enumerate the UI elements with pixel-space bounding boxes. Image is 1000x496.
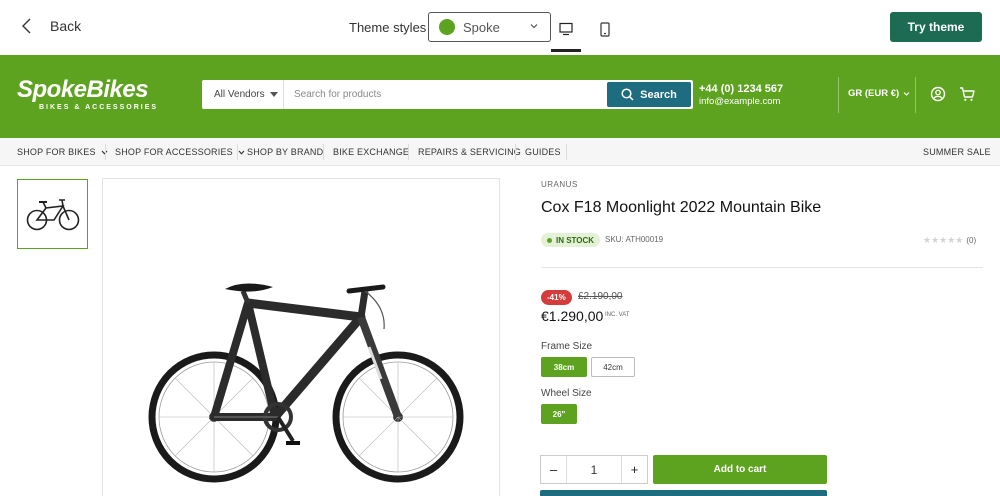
frame-size-option-38cm[interactable]: 38cm: [541, 357, 587, 377]
contact-email[interactable]: info@example.com: [699, 96, 783, 107]
nav-item-guides[interactable]: GUIDES: [525, 138, 561, 166]
nav-item-repairs-servicing[interactable]: REPAIRS & SERVICING: [418, 138, 521, 166]
vendor-dropdown[interactable]: All Vendors: [202, 80, 284, 109]
compare-at-price: £2.190,00: [578, 291, 623, 302]
nav-divider: [515, 144, 516, 160]
search-bar: All Vendors Search: [202, 80, 693, 109]
contact-phone[interactable]: +44 (0) 1234 567: [699, 83, 783, 95]
quantity-increase-button[interactable]: +: [621, 456, 647, 483]
nav-item-label: REPAIRS & SERVICING: [418, 147, 521, 157]
logo-tagline: BIKES & ACCESSORIES: [39, 104, 159, 111]
rating-count: (0): [966, 236, 977, 245]
nav-divider: [323, 144, 324, 160]
product-rating[interactable]: ★★★★★ (0): [923, 235, 976, 246]
nav-item-label: SUMMER SALE: [923, 147, 991, 157]
product-vendor[interactable]: URANUS: [541, 180, 578, 189]
frame-size-option-42cm[interactable]: 42cm: [591, 357, 635, 377]
try-theme-button[interactable]: Try theme: [890, 12, 982, 42]
nav-item-label: BIKE EXCHANGE: [333, 147, 410, 157]
nav-divider: [105, 144, 106, 160]
product-price: €1.290,00: [541, 308, 604, 324]
chevron-down-icon: [530, 24, 538, 29]
product-sku: SKU: ATH00019: [605, 235, 664, 244]
nav-divider: [237, 144, 238, 160]
quantity-stepper: – 1 +: [540, 455, 648, 484]
search-input[interactable]: [286, 80, 604, 109]
header-divider: [838, 77, 839, 113]
account-icon[interactable]: [929, 85, 947, 103]
back-button[interactable]: Back: [20, 18, 81, 34]
nav-item-shop-for-accessories[interactable]: SHOP FOR ACCESSORIES: [115, 138, 245, 166]
nav-divider: [566, 144, 567, 160]
desktop-preview-button[interactable]: [551, 14, 581, 52]
wheel-size-label: Wheel Size: [541, 388, 592, 399]
theme-style-select[interactable]: Spoke: [428, 12, 551, 42]
nav-item-label: SHOP FOR ACCESSORIES: [115, 147, 233, 157]
chevron-left-icon: [22, 18, 31, 34]
desktop-icon: [559, 22, 573, 36]
stock-dot-icon: [547, 237, 552, 243]
nav-item-label: SHOP BY BRAND: [247, 147, 324, 157]
wheel-size-option-26[interactable]: 26": [541, 404, 577, 424]
star-rating-icon: ★★★★★: [923, 235, 964, 245]
nav-item-shop-by-brand[interactable]: SHOP BY BRAND: [247, 138, 323, 166]
chevron-down-icon: [903, 92, 910, 96]
store-header: SpokeBikes BIKES & ACCESSORIES All Vendo…: [0, 55, 1000, 138]
nav-item-shop-for-bikes[interactable]: SHOP FOR BIKES: [17, 138, 108, 166]
search-button[interactable]: Search: [607, 82, 691, 107]
chevron-down-icon: [238, 150, 245, 155]
add-to-cart-button[interactable]: Add to cart: [653, 455, 827, 484]
product-title: Cox F18 Moonlight 2022 Mountain Bike: [541, 199, 822, 216]
divider: [541, 267, 983, 268]
buy-now-button[interactable]: [540, 490, 827, 496]
currency-label: GR (EUR €): [848, 88, 900, 99]
theme-styles-label: Theme styles: [349, 20, 427, 35]
theme-editor-bar: Back Theme styles Spoke Try theme: [0, 0, 1000, 55]
product-main-image[interactable]: [102, 178, 500, 496]
currency-selector[interactable]: GR (EUR €): [848, 88, 910, 99]
logo-text: SpokeBikes: [17, 76, 149, 103]
search-button-label: Search: [640, 88, 677, 101]
nav-item-summer-sale[interactable]: SUMMER SALE: [923, 138, 991, 166]
mobile-icon: [600, 22, 610, 37]
product-thumbnail[interactable]: [17, 179, 88, 249]
main-navigation: SHOP FOR BIKES SHOP FOR ACCESSORIES SHOP…: [0, 138, 1000, 166]
vat-note: INC. VAT: [605, 312, 630, 318]
theme-selected-name: Spoke: [463, 19, 500, 35]
theme-color-swatch: [439, 19, 455, 35]
nav-item-label: SHOP FOR BIKES: [17, 147, 96, 157]
quantity-input[interactable]: 1: [567, 463, 621, 477]
frame-size-label: Frame Size: [541, 341, 593, 352]
back-label: Back: [50, 18, 82, 34]
nav-divider: [408, 144, 409, 160]
bike-thumbnail-image: [26, 199, 79, 231]
contact-info: +44 (0) 1234 567 info@example.com: [699, 83, 783, 107]
cart-icon[interactable]: [958, 85, 976, 103]
stock-status-badge: IN STOCK: [541, 233, 601, 247]
caret-down-icon: [269, 92, 278, 97]
vendor-dropdown-label: All Vendors: [214, 89, 265, 100]
quantity-decrease-button[interactable]: –: [541, 456, 567, 483]
header-divider: [915, 77, 916, 113]
search-icon: [621, 88, 634, 101]
nav-item-bike-exchange[interactable]: BIKE EXCHANGE: [333, 138, 409, 166]
bike-product-image: [148, 283, 464, 483]
nav-item-label: GUIDES: [525, 147, 561, 157]
store-logo[interactable]: SpokeBikes BIKES & ACCESSORIES: [17, 76, 159, 112]
mobile-preview-button[interactable]: [590, 14, 620, 52]
stock-status-text: IN STOCK: [556, 235, 595, 245]
discount-badge: -41%: [541, 290, 572, 305]
